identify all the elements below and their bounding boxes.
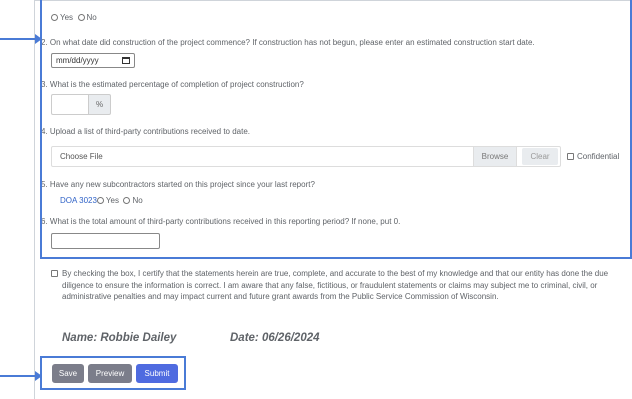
certification-checkbox[interactable] xyxy=(51,270,58,277)
questions-highlight-box xyxy=(40,0,632,259)
certification-text: By checking the box, I certify that the … xyxy=(62,269,609,301)
signature-date: Date: 06/26/2024 xyxy=(230,332,320,344)
signer-name: Name: Robbie Dailey xyxy=(62,332,177,344)
callout-arrow-head xyxy=(35,34,42,44)
callout-arrow-head xyxy=(35,371,42,381)
buttons-highlight-box xyxy=(40,356,186,390)
